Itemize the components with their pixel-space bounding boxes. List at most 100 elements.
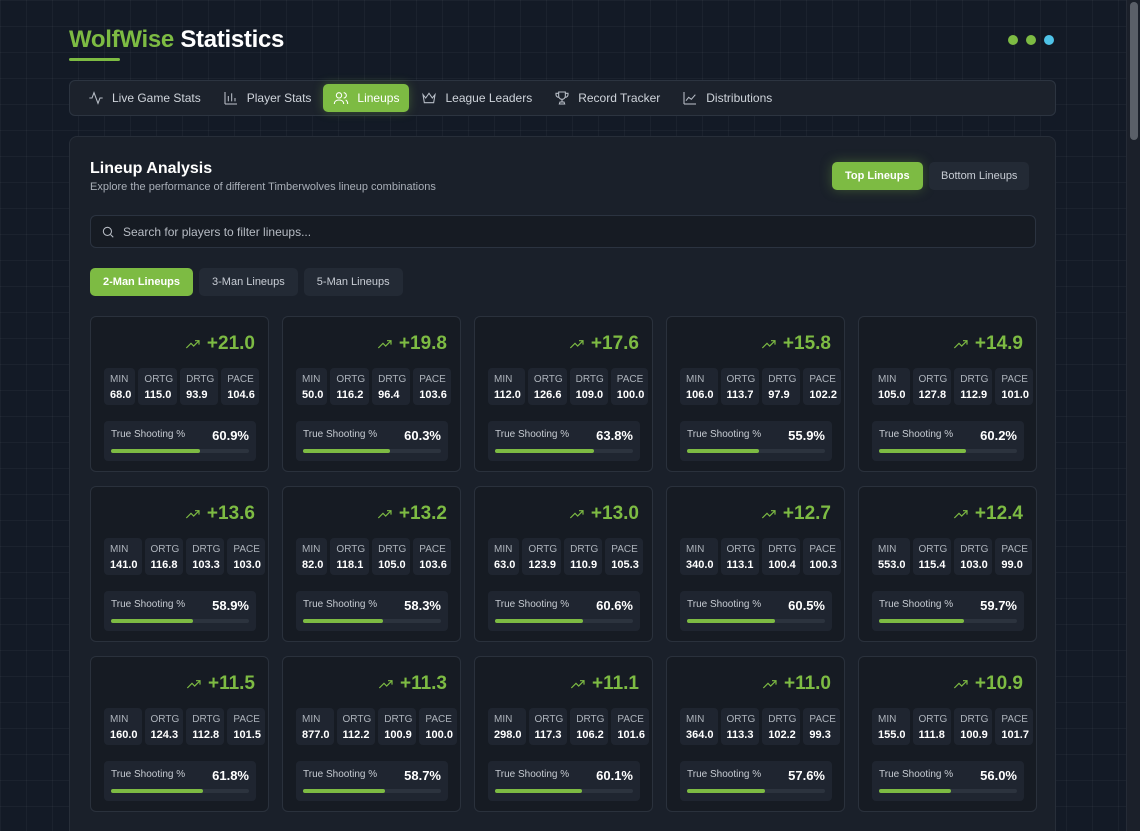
- tab-3-man-lineups[interactable]: 3-Man Lineups: [199, 268, 298, 296]
- stat-value: 116.8: [150, 559, 178, 571]
- lineup-card[interactable]: +11.3 MIN 877.0 ORTG 112.2 DRTG 100.9 PACE 1…: [282, 656, 461, 812]
- stat-pace: PACE 104.6: [221, 368, 259, 405]
- stat-value: 115.4: [918, 559, 946, 571]
- top-lineups-button[interactable]: Top Lineups: [832, 162, 923, 190]
- tab-lineups[interactable]: Lineups: [323, 84, 410, 112]
- lineup-card[interactable]: +11.0 MIN 364.0 ORTG 113.3 DRTG 102.2 PACE 9…: [666, 656, 845, 812]
- true-shooting-fill: [111, 789, 204, 793]
- stat-value: 106.0: [686, 389, 714, 401]
- net-rating: +12.4: [953, 503, 1023, 525]
- lineup-card[interactable]: +17.6 MIN 112.0 ORTG 126.6 DRTG 109.0 PACE 1…: [474, 316, 653, 472]
- true-shooting-box: True Shooting % 60.9%: [104, 421, 256, 461]
- stat-value: 101.0: [1001, 389, 1029, 401]
- stat-min: MIN 160.0: [104, 708, 142, 745]
- stat-label: DRTG: [570, 544, 599, 555]
- lineup-card[interactable]: +11.1 MIN 298.0 ORTG 117.3 DRTG 106.2 PACE 1…: [474, 656, 653, 812]
- net-rating: +11.0: [762, 673, 831, 695]
- stat-row: MIN 877.0 ORTG 112.2 DRTG 100.9 PACE 100.0: [296, 708, 457, 745]
- stat-drtg: DRTG 112.9: [954, 368, 993, 405]
- stat-min: MIN 106.0: [680, 368, 718, 405]
- stat-label: PACE: [233, 714, 260, 725]
- stat-row: MIN 141.0 ORTG 116.8 DRTG 103.3 PACE 103.0: [104, 538, 265, 575]
- lineup-card[interactable]: +12.4 MIN 553.0 ORTG 115.4 DRTG 103.0 PACE 9…: [858, 486, 1037, 642]
- stat-ortg: ORTG 113.7: [720, 368, 760, 405]
- stat-row: MIN 364.0 ORTG 113.3 DRTG 102.2 PACE 99.3: [680, 708, 840, 745]
- lineup-card[interactable]: +19.8 MIN 50.0 ORTG 116.2 DRTG 96.4 PACE 103…: [282, 316, 461, 472]
- stat-ortg: ORTG 112.2: [336, 708, 376, 745]
- tab-2-man-lineups[interactable]: 2-Man Lineups: [90, 268, 194, 296]
- tab-league-leaders[interactable]: League Leaders: [411, 84, 542, 112]
- stat-label: MIN: [686, 374, 705, 385]
- true-shooting-box: True Shooting % 59.7%: [872, 591, 1024, 631]
- stat-label: DRTG: [378, 374, 407, 385]
- true-shooting-box: True Shooting % 60.1%: [488, 761, 640, 801]
- stat-pace: PACE 103.6: [413, 538, 451, 575]
- stat-ortg: ORTG 117.3: [528, 708, 568, 745]
- stat-label: MIN: [110, 714, 129, 725]
- lineup-card[interactable]: +15.8 MIN 106.0 ORTG 113.7 DRTG 97.9 PACE 10…: [666, 316, 845, 472]
- true-shooting-label: True Shooting %: [111, 769, 186, 780]
- true-shooting-bar: [303, 789, 441, 793]
- true-shooting-value: 63.8%: [596, 428, 633, 443]
- tab-label: Lineups: [357, 91, 400, 105]
- tab-live-game-stats[interactable]: Live Game Stats: [78, 84, 211, 112]
- stat-ortg: ORTG 126.6: [527, 368, 567, 405]
- true-shooting-fill: [303, 449, 391, 453]
- app-title: WolfWise Statistics: [69, 26, 284, 54]
- lineup-card[interactable]: +10.9 MIN 155.0 ORTG 111.8 DRTG 100.9 PACE 1…: [858, 656, 1037, 812]
- stat-min: MIN 553.0: [872, 538, 910, 575]
- tab-player-stats[interactable]: Player Stats: [213, 84, 322, 112]
- true-shooting-label: True Shooting %: [303, 599, 378, 610]
- stat-value: 101.7: [1001, 729, 1029, 741]
- net-rating: +19.8: [377, 333, 447, 355]
- stat-label: ORTG: [726, 544, 756, 555]
- stat-drtg: DRTG 105.0: [372, 538, 411, 575]
- lineup-card[interactable]: +13.0 MIN 63.0 ORTG 123.9 DRTG 110.9 PACE 10…: [474, 486, 653, 642]
- true-shooting-bar: [495, 619, 633, 623]
- stat-value: 877.0: [302, 729, 330, 741]
- net-rating: +13.2: [377, 503, 447, 525]
- stat-value: 103.6: [419, 389, 447, 401]
- panel-title: Lineup Analysis: [90, 160, 213, 177]
- tab-distributions[interactable]: Distributions: [672, 84, 782, 112]
- stat-label: MIN: [494, 544, 513, 555]
- tab-record-tracker[interactable]: Record Tracker: [544, 84, 670, 112]
- stat-drtg: DRTG 93.9: [180, 368, 219, 405]
- net-rating: +21.0: [185, 333, 255, 355]
- stat-label: DRTG: [378, 544, 407, 555]
- lineup-card[interactable]: +12.7 MIN 340.0 ORTG 113.1 DRTG 100.4 PACE 1…: [666, 486, 845, 642]
- search-input[interactable]: [123, 224, 1003, 239]
- stat-value: 118.1: [336, 559, 364, 571]
- stat-value: 102.2: [809, 389, 837, 401]
- lineup-card[interactable]: +21.0 MIN 68.0 ORTG 115.0 DRTG 93.9 PACE 104…: [90, 316, 269, 472]
- true-shooting-box: True Shooting % 60.6%: [488, 591, 640, 631]
- trending-up-icon: [569, 510, 584, 519]
- search-icon: [102, 226, 114, 238]
- stat-ortg: ORTG 113.3: [720, 708, 760, 745]
- stat-min: MIN 155.0: [872, 708, 910, 745]
- lineup-card[interactable]: +14.9 MIN 105.0 ORTG 127.8 DRTG 112.9 PACE 1…: [858, 316, 1037, 472]
- trending-up-icon: [569, 340, 584, 349]
- stat-row: MIN 112.0 ORTG 126.6 DRTG 109.0 PACE 100.0: [488, 368, 649, 405]
- stat-label: DRTG: [384, 714, 413, 725]
- stat-value: 103.0: [233, 559, 261, 571]
- scrollbar-thumb[interactable]: [1130, 2, 1138, 140]
- stat-row: MIN 106.0 ORTG 113.7 DRTG 97.9 PACE 102.2: [680, 368, 841, 405]
- stat-label: DRTG: [960, 374, 989, 385]
- tab-5-man-lineups[interactable]: 5-Man Lineups: [303, 268, 403, 296]
- stat-value: 112.2: [342, 729, 370, 741]
- true-shooting-box: True Shooting % 60.2%: [872, 421, 1024, 461]
- stat-value: 117.3: [534, 729, 562, 741]
- stat-label: DRTG: [186, 374, 215, 385]
- lineup-card[interactable]: +11.5 MIN 160.0 ORTG 124.3 DRTG 112.8 PACE 1…: [90, 656, 269, 812]
- page-scrollbar[interactable]: [1126, 0, 1140, 831]
- lineup-card[interactable]: +13.2 MIN 82.0 ORTG 118.1 DRTG 105.0 PACE 10…: [282, 486, 461, 642]
- stat-row: MIN 50.0 ORTG 116.2 DRTG 96.4 PACE 103.6: [296, 368, 451, 405]
- crown-icon: [422, 92, 437, 104]
- window-dots: [1008, 35, 1054, 45]
- net-rating: +13.6: [185, 503, 255, 525]
- true-shooting-value: 60.3%: [404, 428, 441, 443]
- bottom-lineups-button[interactable]: Bottom Lineups: [929, 162, 1030, 190]
- lineup-card[interactable]: +13.6 MIN 141.0 ORTG 116.8 DRTG 103.3 PACE 1…: [90, 486, 269, 642]
- stat-value: 112.9: [960, 389, 988, 401]
